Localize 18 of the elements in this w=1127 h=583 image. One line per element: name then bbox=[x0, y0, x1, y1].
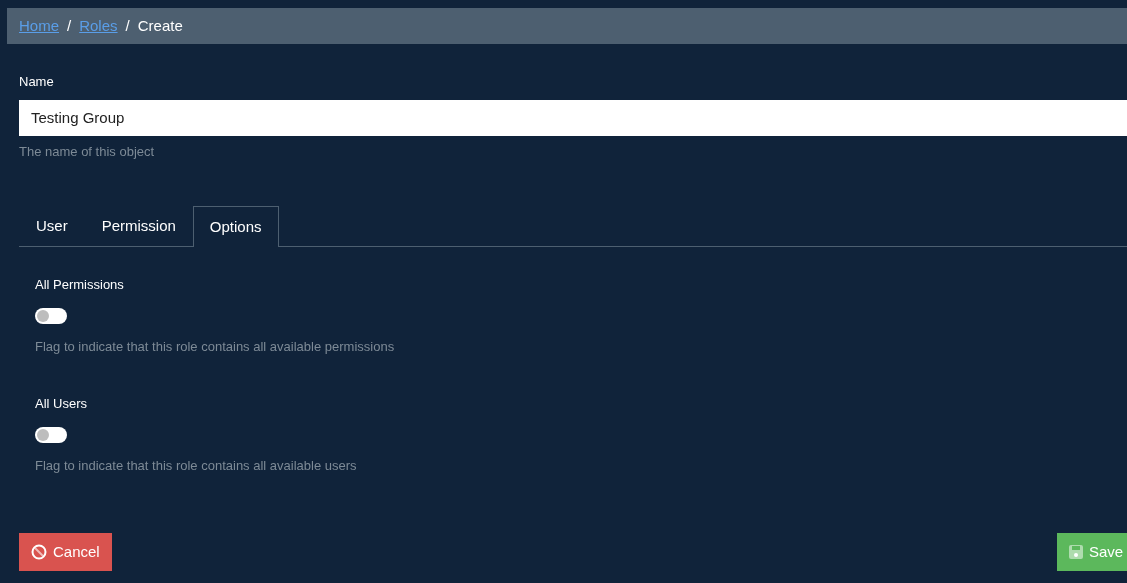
cancel-icon bbox=[31, 544, 47, 560]
field-hint: The name of this object bbox=[19, 142, 156, 161]
save-icon bbox=[1069, 545, 1083, 559]
toggle-switch[interactable] bbox=[35, 426, 67, 443]
breadcrumb-current: Create bbox=[137, 15, 183, 36]
tab[interactable]: User bbox=[19, 206, 85, 246]
breadcrumb-separator: / bbox=[67, 15, 72, 36]
option-label: All Permissions bbox=[35, 276, 125, 294]
tab[interactable]: Permission bbox=[84, 206, 193, 246]
cancel-button[interactable]: Cancel bbox=[19, 533, 112, 571]
option-hint: Flag to indicate that this role contains all available permissions bbox=[35, 337, 396, 356]
option-hint: Flag to indicate that this role contains all available users bbox=[35, 456, 358, 475]
toggle-switch[interactable] bbox=[35, 307, 67, 324]
field-label: Name bbox=[19, 73, 55, 91]
name-field[interactable]: Testing Group bbox=[19, 99, 1127, 136]
breadcrumb-separator: / bbox=[125, 15, 130, 36]
tab[interactable]: Options bbox=[192, 206, 279, 247]
option-label: All Users bbox=[35, 395, 88, 413]
